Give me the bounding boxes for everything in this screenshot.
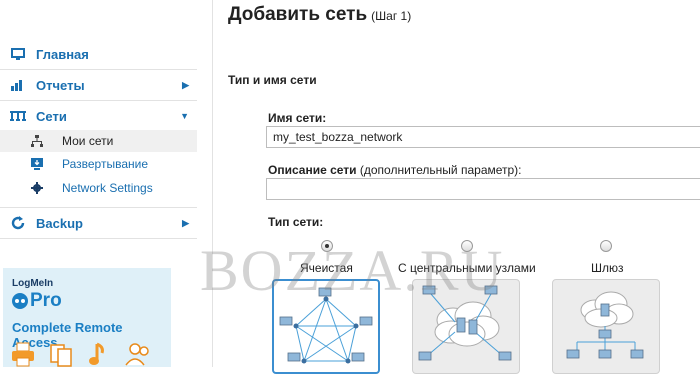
users-icon xyxy=(125,341,149,367)
network-type-card-gateway[interactable] xyxy=(552,279,660,374)
page-title: Добавить сеть (Шаг 1) xyxy=(228,4,412,25)
sidebar-item-networks[interactable]: Сети ▼ xyxy=(0,101,197,131)
sidebar-item-label: Сети xyxy=(36,108,67,124)
ad-icons xyxy=(11,341,149,367)
radio-hub[interactable] xyxy=(461,240,473,252)
network-icon xyxy=(10,108,26,124)
step-indicator: (Шаг 1) xyxy=(371,9,412,23)
gateway-topology-icon xyxy=(566,291,644,359)
network-name-input[interactable] xyxy=(266,126,700,148)
sidebar-item-reports[interactable]: Отчеты ▶ xyxy=(0,70,197,101)
chevron-down-icon: ▼ xyxy=(180,111,189,121)
network-type-card-hub[interactable] xyxy=(412,279,520,374)
music-icon xyxy=(87,341,111,367)
sidebar-subitem-my-networks[interactable]: Мои сети xyxy=(0,130,197,152)
sidebar: Главная Отчеты ▶ Сети ▼ Мои сети Разверт… xyxy=(0,0,213,367)
type-label-gateway: Шлюз xyxy=(591,261,624,275)
network-tree-icon xyxy=(30,134,44,148)
monitor-icon xyxy=(10,46,26,62)
refresh-icon xyxy=(10,215,26,231)
files-icon xyxy=(49,341,73,367)
chevron-right-icon: ▶ xyxy=(182,217,189,228)
deploy-icon xyxy=(30,157,44,171)
logmein-logo-icon xyxy=(12,293,28,309)
network-description-input[interactable] xyxy=(266,178,700,200)
network-type-card-mesh[interactable] xyxy=(272,279,380,374)
sidebar-subitem-network-settings[interactable]: Network Settings xyxy=(0,177,197,199)
sidebar-item-home[interactable]: Главная xyxy=(0,39,197,70)
chevron-right-icon: ▶ xyxy=(182,79,189,90)
ad-brand: LogMeIn xyxy=(12,278,54,289)
sidebar-item-label: Главная xyxy=(36,46,89,62)
network-description-label: Описание сети (дополнительный параметр): xyxy=(268,163,522,177)
sidebar-item-label: Backup xyxy=(36,215,83,231)
sidebar-subitem-label: Развертывание xyxy=(62,157,149,171)
type-label-mesh: Ячеистая xyxy=(300,261,353,275)
sidebar-subitem-deploy[interactable]: Развертывание xyxy=(0,153,197,175)
radio-gateway[interactable] xyxy=(600,240,612,252)
section-title: Тип и имя сети xyxy=(228,73,317,87)
type-label-hub: С центральными узлами xyxy=(398,261,536,275)
network-name-label: Имя сети: xyxy=(268,111,327,125)
ad-product: Pro xyxy=(12,290,62,312)
hub-topology-icon xyxy=(418,285,512,361)
network-type-label: Тип сети: xyxy=(268,215,324,229)
bar-chart-icon xyxy=(10,77,26,93)
sidebar-subitem-label: Network Settings xyxy=(62,181,153,195)
sidebar-item-backup[interactable]: Backup ▶ xyxy=(0,207,197,239)
gear-icon xyxy=(30,181,44,195)
radio-mesh[interactable] xyxy=(321,240,333,252)
sidebar-item-label: Отчеты xyxy=(36,77,85,93)
logmein-ad[interactable]: LogMeIn Pro Complete Remote Access xyxy=(3,268,171,367)
printer-icon xyxy=(11,341,35,367)
mesh-topology-icon xyxy=(279,287,373,364)
sidebar-subitem-label: Мои сети xyxy=(62,134,114,148)
